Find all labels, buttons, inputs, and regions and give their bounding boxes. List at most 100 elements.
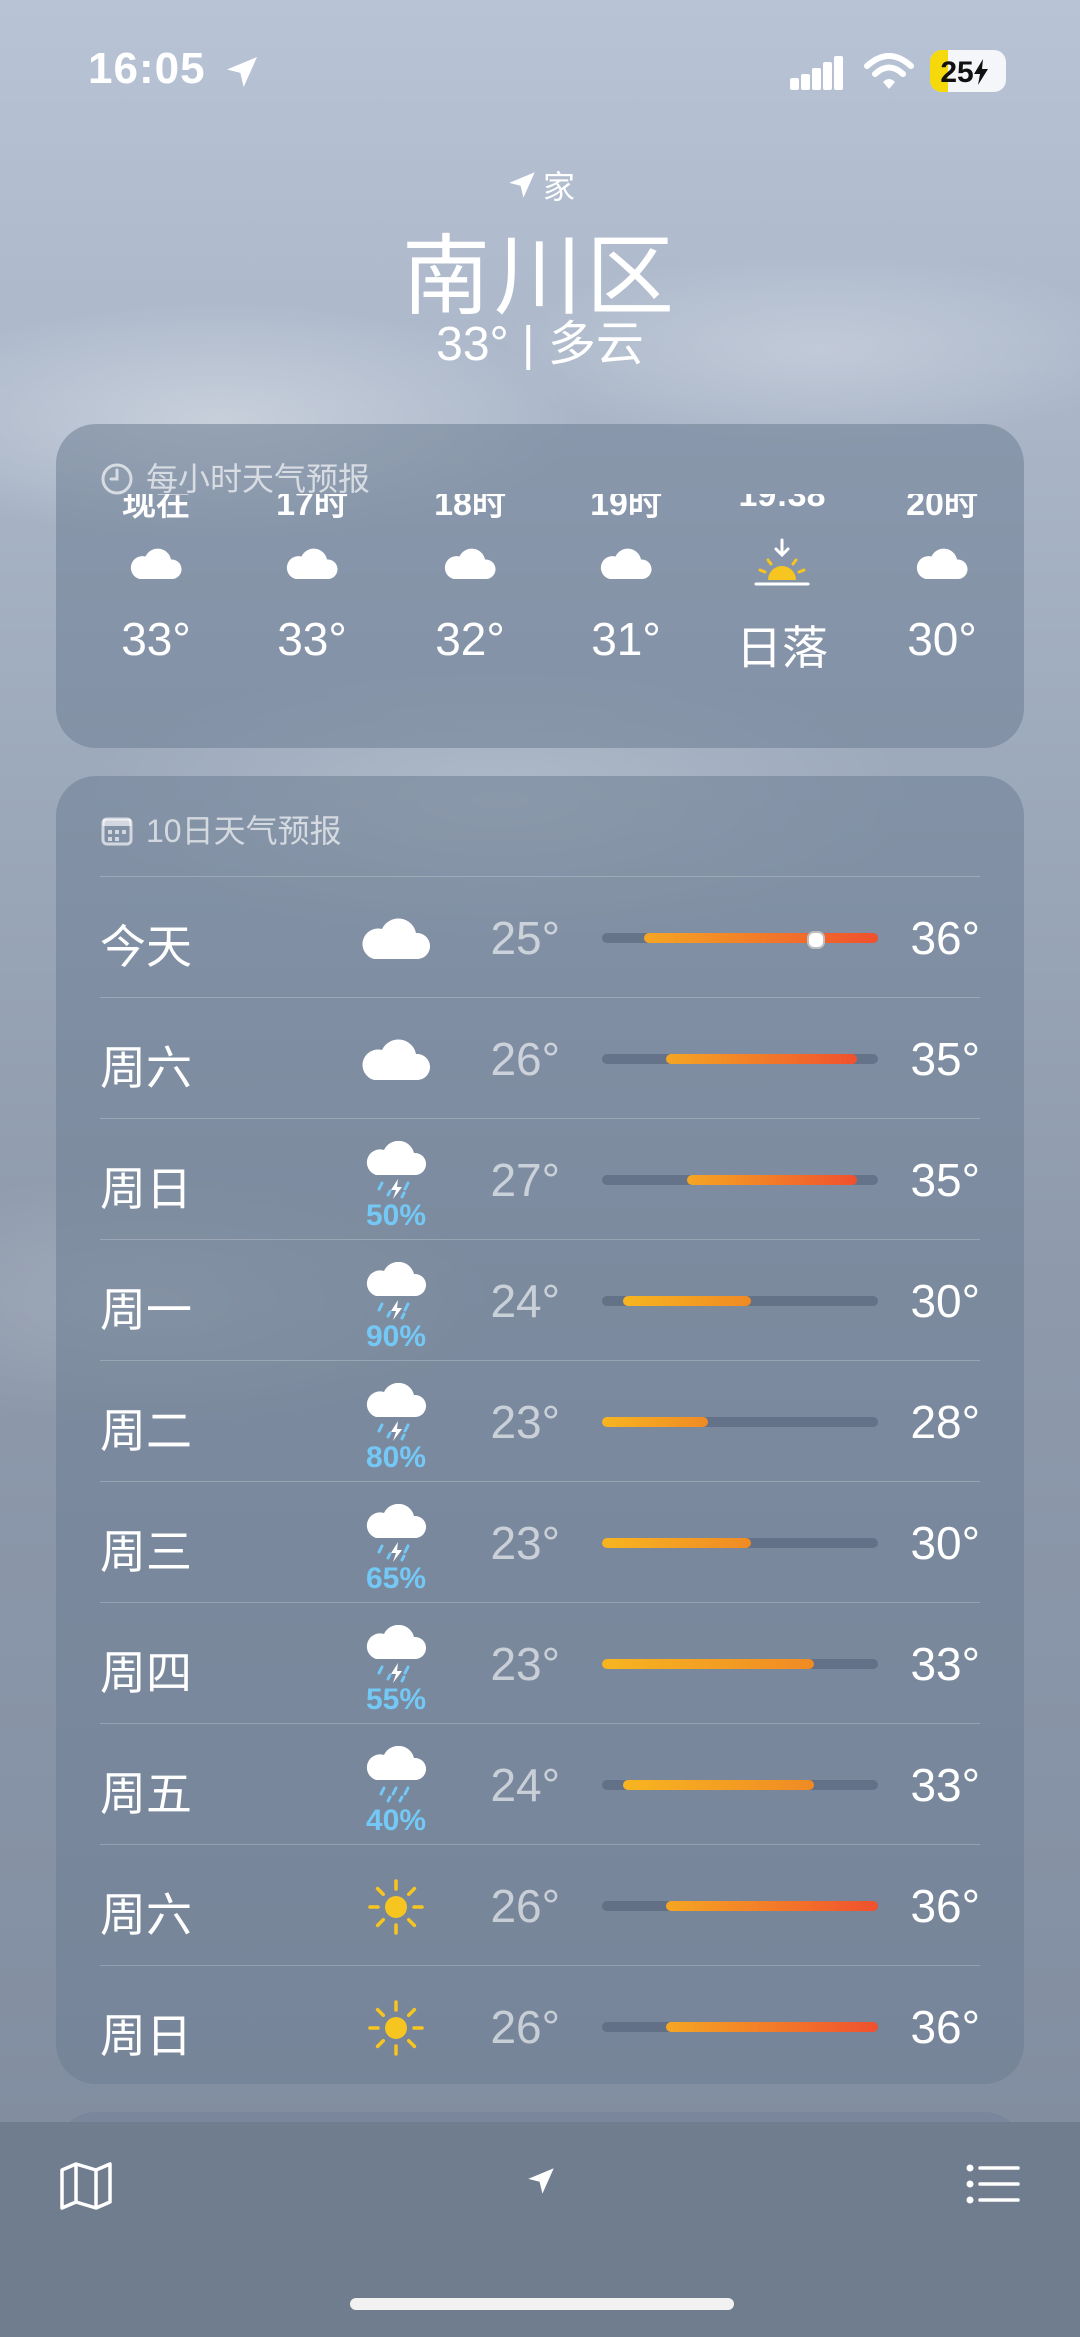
battery-level: 25 <box>940 56 974 89</box>
temp-range-fill <box>665 1901 878 1911</box>
sunset-icon <box>752 534 812 594</box>
temp-range-fill <box>686 1175 857 1185</box>
temp-range-fill <box>665 1054 857 1064</box>
forecast-day-row[interactable]: 周日 26° 36° <box>100 1965 980 2086</box>
rain-icon <box>356 1745 436 1810</box>
thunderstorm-icon <box>356 1382 436 1447</box>
sun-icon <box>356 1875 436 1939</box>
location-arrow-icon[interactable] <box>524 2164 558 2198</box>
thunderstorm-icon <box>356 1261 436 1326</box>
low-temp: 26° <box>490 1033 560 1085</box>
location-label: 家 <box>0 162 1080 208</box>
list-icon[interactable] <box>966 2162 1020 2206</box>
forecast-day-row[interactable]: 周二 80% 23° 28° <box>100 1360 980 1481</box>
hour-temp: 33° <box>277 613 347 665</box>
day-name: 周四 <box>100 1647 192 1699</box>
status-bar: 16:05 25 <box>0 0 1080 140</box>
temp-range-fill <box>602 1538 751 1548</box>
forecast-day-row[interactable]: 周六 26° 35° <box>100 997 980 1118</box>
ten-day-forecast-card[interactable]: 10日天气预报 今天 25° 36° 周六 26° 35° 周日 50% 27° 35° 周一 90%… <box>56 776 1024 2084</box>
forecast-day-row[interactable]: 周日 50% 27° 35° <box>100 1118 980 1239</box>
precip-chance: 40% <box>365 1804 427 1837</box>
low-temp: 24° <box>490 1759 560 1811</box>
high-temp: 33° <box>910 1759 980 1811</box>
low-temp: 23° <box>490 1517 560 1569</box>
day-name: 周三 <box>100 1526 192 1578</box>
current-summary: 33° | 多云 <box>436 318 644 371</box>
temp-range-fill <box>644 933 878 943</box>
daily-title-text: 10日天气预报 <box>146 813 342 849</box>
precip-chance: 90% <box>365 1320 427 1353</box>
temp-range-bar <box>602 1296 878 1306</box>
low-temp: 23° <box>490 1396 560 1448</box>
hour-label: 17时 <box>276 494 348 520</box>
day-name: 周二 <box>100 1405 192 1457</box>
hour-temp: 32° <box>435 613 505 665</box>
hour-temp: 30° <box>907 613 977 665</box>
temp-range-bar <box>602 1538 878 1548</box>
high-temp: 36° <box>910 2001 980 2053</box>
day-name: 今天 <box>100 921 192 973</box>
forecast-day-row[interactable]: 周一 90% 24° 30° <box>100 1239 980 1360</box>
forecast-day-row[interactable]: 周四 55% 23° 33° <box>100 1602 980 1723</box>
high-temp: 35° <box>910 1033 980 1085</box>
cloud-icon <box>596 534 656 594</box>
low-temp: 26° <box>490 1880 560 1932</box>
day-name: 周日 <box>100 1163 192 1215</box>
forecast-day-row[interactable]: 今天 25° 36° <box>100 876 980 997</box>
day-name: 周五 <box>100 1768 192 1820</box>
high-temp: 36° <box>910 1880 980 1932</box>
hour-temp: 31° <box>591 613 661 665</box>
thunderstorm-icon <box>356 1140 436 1205</box>
location-arrow-icon <box>227 57 257 87</box>
location-arrow-icon <box>509 172 535 198</box>
wifi-icon <box>864 53 914 89</box>
home-label: 家 <box>542 169 575 205</box>
hour-temp: 日落 <box>736 622 828 674</box>
cellular-signal-icon <box>790 56 843 90</box>
temp-range-bar <box>602 931 878 949</box>
hour-label: 现在 <box>122 494 190 520</box>
forecast-day-row[interactable]: 周五 40% 24° 33° <box>100 1723 980 1844</box>
home-indicator[interactable] <box>350 2298 734 2310</box>
high-temp: 33° <box>910 1638 980 1690</box>
forecast-day-row[interactable]: 周三 65% 23° 30° <box>100 1481 980 1602</box>
high-temp: 30° <box>910 1517 980 1569</box>
hourly-forecast-card[interactable]: 每小时天气预报 现在 33° 17时 33° 18时 32° 19时 31° 19:38 日落 20… <box>56 424 1024 748</box>
day-name: 周六 <box>100 1042 192 1094</box>
temp-range-fill <box>665 2022 878 2032</box>
high-temp: 35° <box>910 1154 980 1206</box>
calendar-icon <box>101 817 133 846</box>
temp-range-bar <box>602 1417 878 1427</box>
cloud-icon <box>126 534 186 594</box>
temp-range-bar <box>602 1054 878 1064</box>
thunderstorm-icon <box>356 1624 436 1689</box>
temp-range-fill <box>602 1659 815 1669</box>
hour-label: 19:38 <box>738 494 826 514</box>
temp-range-bar <box>602 2022 878 2032</box>
hour-label: 20时 <box>906 494 978 520</box>
battery-indicator: 25 <box>930 50 1006 92</box>
temp-range-fill <box>602 1417 709 1427</box>
temp-range-bar <box>602 1659 878 1669</box>
hour-label: 18时 <box>434 494 506 520</box>
day-name: 周日 <box>100 2010 192 2062</box>
precip-chance: 65% <box>365 1562 427 1595</box>
thunderstorm-icon <box>356 1503 436 1568</box>
sun-icon <box>356 1996 436 2060</box>
temp-range-bar <box>602 1901 878 1911</box>
cloud-icon <box>440 534 500 594</box>
hour-temp: 33° <box>121 613 191 665</box>
precip-chance: 80% <box>365 1441 427 1474</box>
cloud-icon <box>356 1028 436 1092</box>
map-icon[interactable] <box>58 2158 114 2214</box>
temp-range-fill <box>623 1296 751 1306</box>
cloud-icon <box>282 534 342 594</box>
daily-card-title: 10日天气预报 <box>100 806 342 852</box>
forecast-day-row[interactable]: 周六 26° 36° <box>100 1844 980 1965</box>
high-temp: 36° <box>910 912 980 964</box>
temp-range-bar <box>602 1175 878 1185</box>
status-time: 16:05 <box>88 44 206 93</box>
high-temp: 30° <box>910 1275 980 1327</box>
cloud-icon <box>356 907 436 971</box>
